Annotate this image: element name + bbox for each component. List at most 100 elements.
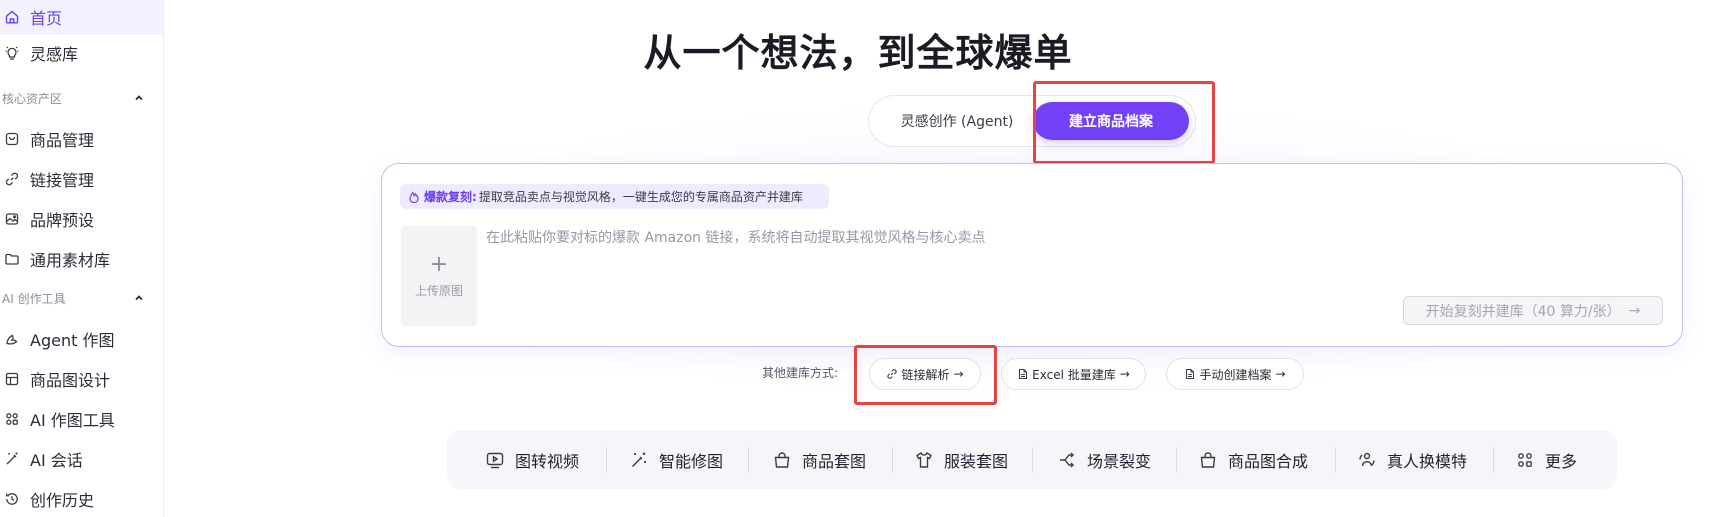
bag-icon (3, 130, 21, 148)
split-icon (1057, 450, 1077, 470)
hint-key: 爆款复刻: (424, 190, 477, 204)
tool-product-composite[interactable]: 商品图合成 (1198, 430, 1308, 489)
tool-product-set[interactable]: 商品套图 (772, 430, 866, 489)
tab-inspiration-agent[interactable]: 灵感创作 (Agent) (877, 102, 1037, 140)
tab-build-product-profile[interactable]: 建立商品档案 (1033, 102, 1189, 140)
divider (1493, 447, 1494, 473)
sidebar: 首页 灵感库 核心资产区 商品管理 链接管理 品牌预设 通用素材库 AI 创作工… (0, 0, 164, 517)
hint-chip: 爆款复刻: 提取竞品卖点与视觉风格，一键生成您的专属商品资产并建库 (400, 184, 829, 209)
tool-bar: 图转视频 智能修图 商品套图 服装套图 场景裂变 商品图合成 真人换模特 更多 (447, 430, 1617, 489)
layout-icon (3, 370, 21, 388)
tool-label: 更多 (1545, 451, 1578, 471)
grid-icon (3, 410, 21, 428)
method-label: 手动创建档案 (1199, 367, 1272, 382)
method-label: 链接解析 (901, 367, 950, 382)
history-icon (3, 490, 21, 508)
file-icon (1017, 368, 1029, 380)
manual-create-button[interactable]: 手动创建档案 → (1166, 358, 1304, 390)
tool-label: 商品套图 (802, 451, 867, 471)
sidebar-section-core-assets[interactable]: 核心资产区 (0, 86, 163, 110)
video-icon (485, 450, 505, 470)
tool-label: 场景裂变 (1087, 451, 1152, 471)
bag-icon (1198, 450, 1218, 470)
arrow-right-icon: → (1275, 367, 1286, 381)
excel-batch-button[interactable]: Excel 批量建库 → (1001, 358, 1146, 390)
sidebar-item-label: AI 会话 (30, 451, 83, 470)
tool-label: 商品图合成 (1228, 451, 1309, 471)
sidebar-item-label: 商品管理 (30, 131, 95, 150)
flame-icon (407, 190, 421, 204)
sidebar-item-home[interactable]: 首页 (0, 0, 163, 35)
sidebar-item-products[interactable]: 商品管理 (0, 121, 163, 157)
sidebar-item-label: 通用素材库 (30, 251, 111, 270)
other-methods-label: 其他建库方式: (762, 366, 839, 380)
section-label: AI 创作工具 (2, 291, 66, 306)
bag-icon (772, 450, 792, 470)
method-label: Excel 批量建库 (1032, 367, 1116, 382)
tool-model-swap[interactable]: 真人换模特 (1357, 430, 1467, 489)
magic-icon (629, 450, 649, 470)
arrow-right-icon: → (1628, 302, 1641, 319)
tool-more[interactable]: 更多 (1515, 430, 1577, 489)
tool-label: 真人换模特 (1387, 451, 1468, 471)
divider (748, 447, 749, 473)
sidebar-item-ai-tools[interactable]: AI 作图工具 (0, 401, 163, 437)
sidebar-item-inspiration[interactable]: 灵感库 (0, 35, 163, 71)
agent-icon (3, 330, 21, 348)
sidebar-item-label: 创作历史 (30, 491, 95, 510)
hint-text: 提取竞品卖点与视觉风格，一键生成您的专属商品资产并建库 (478, 190, 803, 204)
sidebar-item-materials[interactable]: 通用素材库 (0, 241, 163, 277)
divider (1032, 447, 1033, 473)
arrow-right-icon: → (953, 367, 964, 381)
shirt-icon (914, 450, 934, 470)
link-icon (886, 368, 898, 380)
upload-label: 上传原图 (414, 283, 463, 298)
lightbulb-icon (3, 44, 21, 62)
tool-label: 图转视频 (515, 451, 580, 471)
tool-smart-retouch[interactable]: 智能修图 (629, 430, 723, 489)
sidebar-item-product-design[interactable]: 商品图设计 (0, 361, 163, 397)
sidebar-item-agent-draw[interactable]: Agent 作图 (0, 321, 163, 357)
sidebar-item-label: 灵感库 (30, 45, 79, 64)
upload-image-button[interactable]: + 上传原图 (401, 226, 477, 326)
link-icon (3, 170, 21, 188)
plus-icon: + (429, 251, 449, 277)
sidebar-item-brand-presets[interactable]: 品牌预设 (0, 201, 163, 237)
sidebar-item-label: 首页 (30, 9, 63, 28)
sidebar-item-ai-chat[interactable]: AI 会话 (0, 441, 163, 477)
sidebar-item-links[interactable]: 链接管理 (0, 161, 163, 197)
sidebar-item-label: 商品图设计 (30, 371, 111, 390)
wand-icon (3, 450, 21, 468)
sidebar-item-label: 链接管理 (30, 171, 95, 190)
tool-image-to-video[interactable]: 图转视频 (485, 430, 579, 489)
divider (892, 447, 893, 473)
more-grid-icon (1515, 450, 1535, 470)
file-icon (1184, 368, 1196, 380)
home-icon (3, 8, 21, 26)
start-replicate-label: 开始复刻并建库（40 算力/张） (1425, 303, 1621, 320)
tool-label: 服装套图 (944, 451, 1009, 471)
arrow-right-icon: → (1119, 367, 1130, 381)
sidebar-item-label: Agent 作图 (30, 331, 115, 350)
section-label: 核心资产区 (2, 91, 63, 106)
start-replicate-button[interactable]: 开始复刻并建库（40 算力/张） → (1403, 296, 1663, 325)
sidebar-item-history[interactable]: 创作历史 (0, 481, 163, 517)
amazon-link-input[interactable] (486, 226, 1486, 250)
tool-apparel-set[interactable]: 服装套图 (914, 430, 1008, 489)
sidebar-section-ai-tools[interactable]: AI 创作工具 (0, 286, 163, 310)
divider (1335, 447, 1336, 473)
replicate-card: 爆款复刻: 提取竞品卖点与视觉风格，一键生成您的专属商品资产并建库 + 上传原图… (381, 163, 1683, 347)
swap-icon (1357, 450, 1377, 470)
chevron-up-icon (133, 292, 145, 304)
palette-icon (3, 210, 21, 228)
tool-scene-fission[interactable]: 场景裂变 (1057, 430, 1151, 489)
mode-toggle: 灵感创作 (Agent) 建立商品档案 (868, 95, 1196, 147)
sidebar-item-label: 品牌预设 (30, 211, 95, 230)
divider (606, 447, 607, 473)
chevron-up-icon (133, 92, 145, 104)
tool-label: 智能修图 (659, 451, 724, 471)
divider (1176, 447, 1177, 473)
page-title: 从一个想法，到全球爆单 (643, 31, 1073, 75)
folder-icon (3, 250, 21, 268)
link-parse-button[interactable]: 链接解析 → (869, 358, 981, 390)
